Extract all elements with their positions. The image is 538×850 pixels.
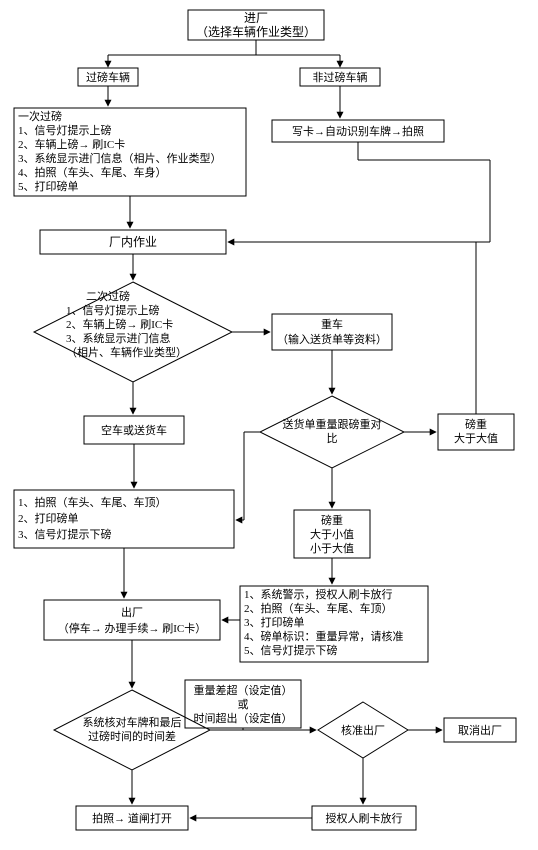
second-weigh-diamond [34,282,232,382]
exit-title-label: 出厂 [121,605,143,619]
first-weigh-header: 一次过磅 [18,109,62,123]
fw-line2: 2、车辆上磅→ 刷IC卡 [18,137,125,151]
mid-range-3: 小于大值 [310,541,354,555]
heavy-vehicle-sub: （输入送货单等资料） [277,332,387,346]
sys-check-1: 系统核对车牌和最后 [83,715,182,729]
inplant-label: 厂内作业 [109,235,157,249]
sys-check-2: 过磅时间的时间差 [88,729,176,743]
fw-line1: 1、信号灯提示上磅 [18,123,112,137]
gt-large-1: 磅重 [465,417,487,431]
exit-sub-label: （停车→ 办理手续→ 刷IC卡） [58,621,207,635]
nonweigh-vehicle-label: 非过磅车辆 [313,70,368,84]
pp-line3: 3、信号灯提示下磅 [18,527,112,541]
auth-swipe-label: 授权人刷卡放行 [326,811,403,825]
gt-large-2: 大于大值 [454,431,498,445]
heavy-vehicle-label: 重车 [321,317,343,331]
al-line3: 3、打印磅单 [244,615,305,629]
mid-range-1: 磅重 [321,513,343,527]
over-1: 重量差超（设定值） [194,683,293,697]
over-2: 或 [238,698,249,711]
sw-line1: 1、信号灯提示上磅 [66,303,160,317]
compare-diamond [260,396,404,468]
weigh-vehicle-label: 过磅车辆 [86,70,130,84]
pp-line1: 1、拍照（车头、车尾、车顶） [18,495,167,509]
sys-check-diamond [54,690,210,770]
approve-label: 核准出厂 [341,723,385,737]
pp-line2: 2、打印磅单 [18,511,79,525]
compare-label-1: 送货单重量跟磅重对 [283,417,382,431]
sw-line4: （相片、车辆作业类型） [66,345,187,359]
over-3: 时间超出（设定值） [194,711,293,725]
empty-delivery-label: 空车或送货车 [101,423,167,437]
start-title: 进厂 [244,11,268,25]
nonweigh-process-text: 写卡→自动识别车牌→拍照 [292,124,424,138]
start-sub: （选择车辆作业类型） [196,24,316,39]
al-line1: 1、系统警示，授权人刷卡放行 [244,587,393,601]
compare-label-2: 比 [327,432,338,445]
al-line2: 2、拍照（车头、车尾、车顶） [244,601,393,615]
al-line5: 5、信号灯提示下磅 [244,643,338,657]
gate-open-label: 拍照→ 道闸打开 [92,811,172,825]
sw-line3: 3、系统显示进门信息 [66,331,171,345]
fw-line4: 4、拍照（车头、车尾、车身） [18,165,167,179]
cancel-exit-label: 取消出厂 [458,723,502,737]
al-line4: 4、磅单标识：重量异常，请核准 [244,629,404,643]
second-weigh-header: 二次过磅 [86,289,130,303]
fw-line5: 5、打印磅单 [18,179,79,193]
mid-range-2: 大于小值 [310,527,354,541]
sw-line2: 2、车辆上磅→ 刷IC卡 [66,317,173,331]
fw-line3: 3、系统显示进门信息（相片、作业类型） [18,151,222,165]
